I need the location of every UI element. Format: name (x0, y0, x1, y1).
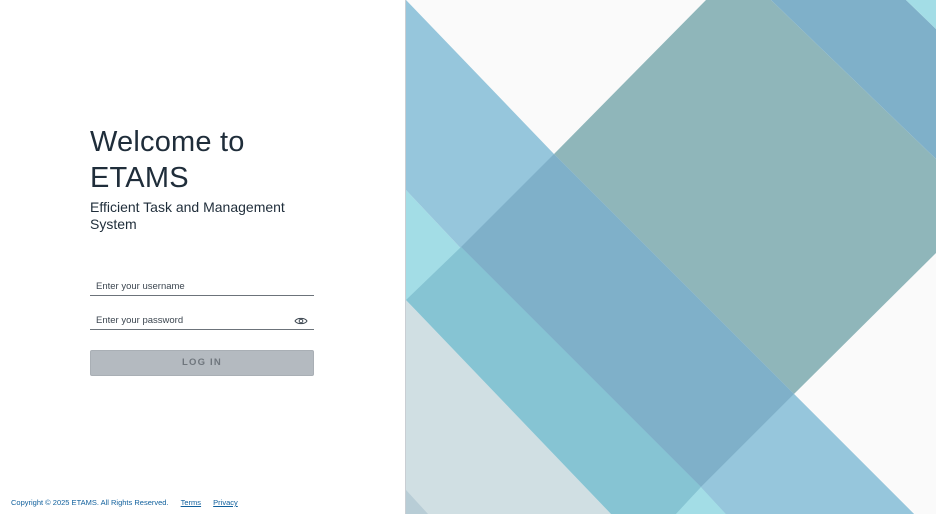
password-input[interactable] (96, 312, 286, 328)
login-panel: Welcome to ETAMS Efficient Task and Mana… (0, 0, 405, 514)
username-input[interactable] (96, 278, 286, 294)
username-field-wrapper (90, 278, 314, 296)
copyright-text: Copyright © 2025 ETAMS. All Rights Reser… (11, 498, 169, 507)
welcome-heading: Welcome to ETAMS (90, 126, 245, 194)
login-button[interactable]: LOG IN (90, 350, 314, 376)
password-field-wrapper (90, 312, 314, 330)
app-subtitle: Efficient Task and Management System (90, 199, 285, 232)
decorative-pattern-panel (405, 0, 936, 514)
footer: Copyright © 2025 ETAMS. All Rights Reser… (11, 498, 238, 507)
login-page: Welcome to ETAMS Efficient Task and Mana… (0, 0, 936, 514)
privacy-link[interactable]: Privacy (213, 498, 238, 507)
eye-icon[interactable] (294, 314, 308, 326)
terms-link[interactable]: Terms (181, 498, 201, 507)
geometric-pattern (406, 0, 936, 514)
